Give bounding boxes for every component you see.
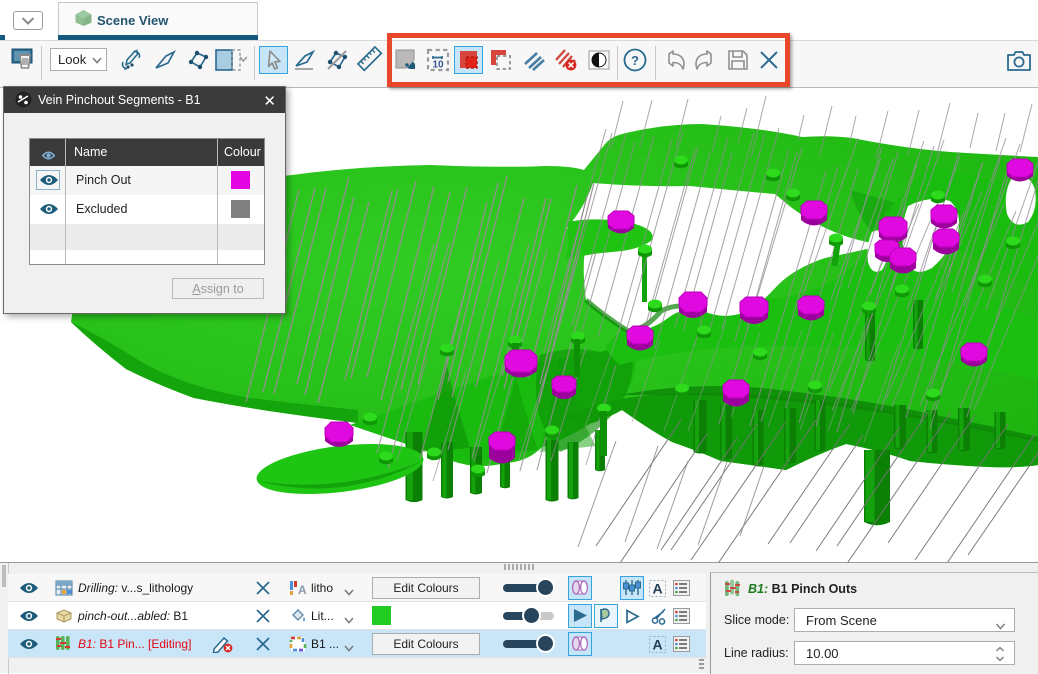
svg-text:A: A bbox=[652, 581, 662, 597]
svg-text:A: A bbox=[298, 583, 307, 596]
svg-text:A: A bbox=[652, 637, 662, 653]
